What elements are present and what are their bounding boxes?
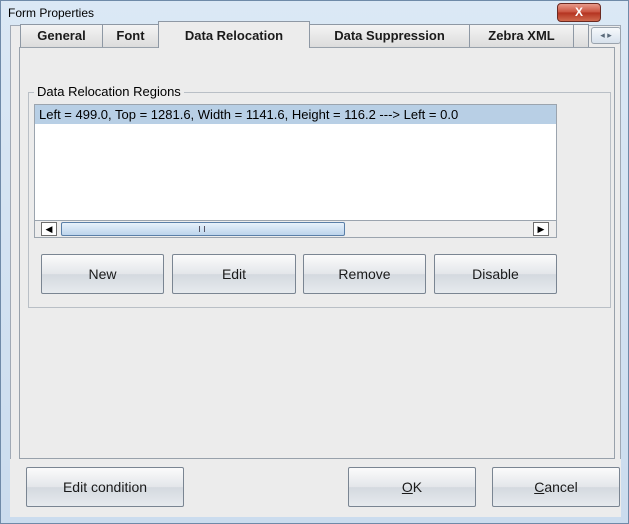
edit-button[interactable]: Edit [172, 254, 296, 294]
edit-condition-label: Edit condition [62, 479, 148, 495]
window-title: Form Properties [8, 6, 95, 20]
remove-button[interactable]: Remove [303, 254, 426, 294]
regions-list[interactable]: Left = 499.0, Top = 1281.6, Width = 1141… [34, 104, 557, 238]
tab-data-relocation-label: Data Relocation [184, 28, 284, 43]
cancel-mnemonic: C [534, 479, 545, 495]
scroll-right-icon[interactable]: ▶ [533, 222, 549, 236]
scroll-left-glyph: ◀ [45, 224, 53, 234]
tab-general-label: General [37, 28, 86, 43]
disable-button[interactable]: Disable [434, 254, 557, 294]
grip-icon [199, 226, 205, 232]
tab-partial[interactable] [573, 24, 589, 47]
close-button[interactable]: X [557, 3, 601, 22]
dialog-window: Form Properties X General Font Data Relo… [0, 0, 629, 524]
tab-font-label: Font [116, 28, 145, 43]
scrollbar-thumb[interactable] [61, 222, 345, 236]
tab-scroll-arrows-icon[interactable]: ◂ ▸ [591, 27, 621, 44]
tab-zebra-xml-label: Zebra XML [488, 28, 555, 43]
remove-button-label: Remove [338, 266, 391, 282]
tab-general[interactable]: General [20, 24, 103, 47]
disable-button-label: Disable [472, 266, 519, 282]
edit-condition-button[interactable]: Edit condition [26, 467, 184, 507]
cancel-button[interactable]: Cancel [492, 467, 620, 507]
horizontal-scrollbar[interactable]: ◀ ▶ [34, 220, 557, 238]
scroll-left-icon[interactable]: ◀ [41, 222, 57, 236]
title-bar[interactable]: Form Properties X [1, 1, 628, 25]
ok-button[interactable]: OK [348, 467, 476, 507]
edit-button-label: Edit [221, 266, 247, 282]
ok-mnemonic: O [401, 479, 413, 495]
new-button-label: New [88, 266, 117, 282]
new-button[interactable]: New [41, 254, 164, 294]
ok-label-rest: K [412, 479, 423, 495]
list-item[interactable]: Left = 499.0, Top = 1281.6, Width = 1141… [35, 105, 556, 124]
tab-data-suppression[interactable]: Data Suppression [309, 24, 470, 47]
scroll-right-glyph: ▶ [537, 224, 545, 234]
tab-data-suppression-label: Data Suppression [334, 28, 445, 43]
close-icon: X [574, 5, 583, 19]
list-item-text: Left = 499.0, Top = 1281.6, Width = 1141… [39, 107, 459, 122]
cancel-label-rest: ancel [544, 479, 578, 495]
tab-data-relocation[interactable]: Data Relocation [158, 21, 310, 48]
tab-zebra-xml[interactable]: Zebra XML [469, 24, 574, 47]
group-title: Data Relocation Regions [34, 84, 184, 99]
tab-font[interactable]: Font [102, 24, 159, 47]
